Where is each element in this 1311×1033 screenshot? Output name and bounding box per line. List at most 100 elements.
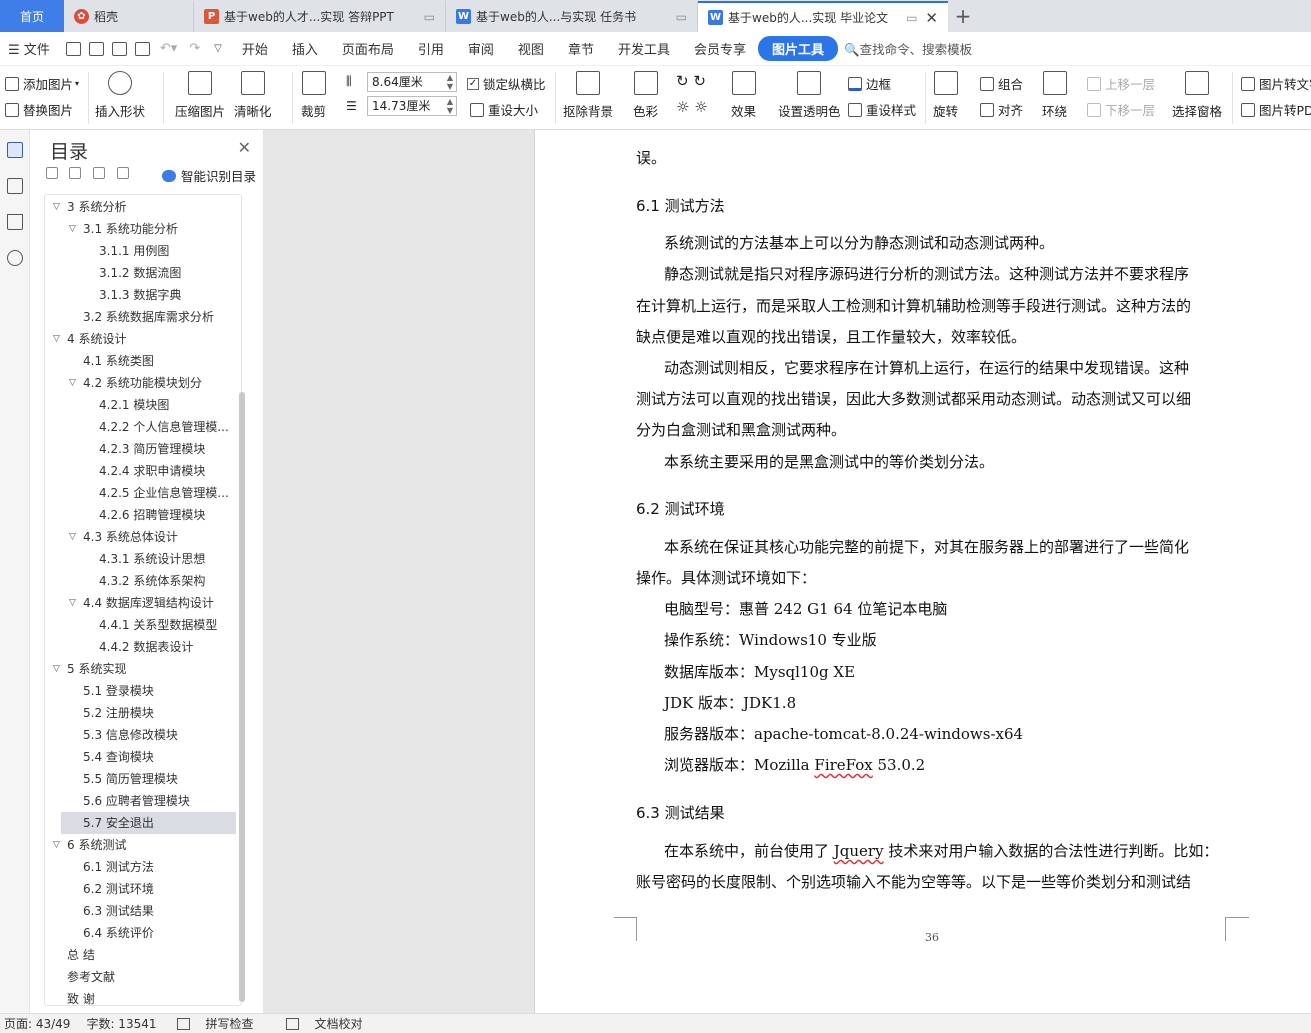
undo-icon[interactable]: ↶▾ <box>160 41 177 56</box>
toc-item[interactable]: ▽ 4.2 系统功能模块划分 <box>45 372 241 394</box>
toc-item[interactable]: 4.3.2 系统体系架构 <box>45 570 241 592</box>
menu-references[interactable]: 引用 <box>418 39 444 58</box>
group-button[interactable]: 组合 <box>980 74 1023 93</box>
toc-item[interactable]: ▽ 5 系统实现 <box>45 658 241 680</box>
toc-item[interactable]: 4.4.1 关系型数据模型 <box>45 614 241 636</box>
toc-item[interactable]: 5.6 应聘者管理模块 <box>45 790 241 812</box>
menu-member[interactable]: 会员专享 <box>694 39 746 58</box>
toc-item[interactable]: 4.2.5 企业信息管理模... <box>45 482 241 504</box>
chevron-down-icon[interactable]: ▽ <box>69 592 76 614</box>
document-page[interactable]: 误。 6.1 测试方法 系统测试的方法基本上可以分为静态测试和动态测试两种。 静… <box>534 130 1311 1013</box>
search-icon[interactable] <box>7 250 23 266</box>
bring-forward-button[interactable]: 上移一层 <box>1087 74 1155 93</box>
chevron-down-icon[interactable]: ▽ <box>53 658 60 680</box>
spin-arrows-icon[interactable]: ▲ ▼ <box>447 97 453 115</box>
chevron-down-icon[interactable]: ▽ <box>69 372 76 394</box>
toc-item[interactable]: 参考文献 <box>45 966 241 988</box>
tab-thesis[interactable]: W 基于web的人...实现 毕业论文 ▭ ✕ <box>698 1 948 32</box>
save-icon[interactable] <box>65 41 81 56</box>
rotate-button[interactable]: 旋转 <box>933 71 958 120</box>
toc-item[interactable]: 总 结 <box>45 944 241 966</box>
toc-item[interactable]: 5.4 查询模块 <box>45 746 241 768</box>
page-indicator[interactable]: 页面: 43/49 <box>4 1015 70 1032</box>
add-heading-icon[interactable] <box>93 167 105 179</box>
toc-item[interactable]: 致 谢 <box>45 988 241 1005</box>
image-to-pdf-button[interactable]: 图片转PDF <box>1241 100 1311 119</box>
chevron-down-icon[interactable]: ▽ <box>53 196 60 218</box>
toc-item[interactable]: 6.1 测试方法 <box>45 856 241 878</box>
toc-item[interactable]: ▽ 4 系统设计 <box>45 328 241 350</box>
chevron-down-icon[interactable]: ▽ <box>53 328 60 350</box>
toc-item[interactable]: 6.2 测试环境 <box>45 878 241 900</box>
toc-item[interactable]: 4.1 系统类图 <box>45 350 241 372</box>
tab-ppt[interactable]: P 基于web的人才...实现 答辩PPT ▭ <box>194 1 446 32</box>
menu-start[interactable]: 开始 <box>242 39 268 58</box>
close-icon[interactable]: ✕ <box>925 9 938 27</box>
selection-pane-button[interactable]: 选择窗格 <box>1172 71 1222 120</box>
bookmark-icon[interactable] <box>7 214 23 230</box>
menu-view[interactable]: 视图 <box>518 39 544 58</box>
tab-home[interactable]: 首页 <box>0 0 64 32</box>
remove-background-button[interactable]: 抠除背景 <box>563 71 613 120</box>
menu-chapter[interactable]: 章节 <box>568 39 594 58</box>
customize-icon[interactable]: ▽ <box>214 43 222 54</box>
tab-daoke[interactable]: ✿ 稻壳 <box>64 1 194 32</box>
print-preview-icon[interactable] <box>134 41 150 56</box>
brightness-icon[interactable]: ☼ ☼ <box>676 98 708 116</box>
chevron-down-icon[interactable]: ▽ <box>53 834 60 856</box>
add-image-button[interactable]: 添加图片 ▾ <box>5 74 79 93</box>
toc-item[interactable]: 4.3.1 系统设计思想 <box>45 548 241 570</box>
set-transparent-button[interactable]: 设置透明色 <box>778 71 841 120</box>
tab-task[interactable]: W 基于web的人...与实现 任务书 ▭ <box>446 1 698 32</box>
toc-item[interactable]: 3.2 系统数据库需求分析 <box>45 306 241 328</box>
pin-icon[interactable]: ▭ <box>676 10 687 24</box>
collapse-all-icon[interactable] <box>46 167 58 179</box>
expand-all-icon[interactable] <box>69 167 81 179</box>
align-button[interactable]: 对齐 <box>980 100 1023 119</box>
toc-item[interactable]: ▽ 4.3 系统总体设计 <box>45 526 241 548</box>
spin-arrows-icon[interactable]: ▲ ▼ <box>447 73 453 91</box>
toc-item[interactable]: 5.3 信息修改模块 <box>45 724 241 746</box>
toc-item[interactable]: 5.1 登录模块 <box>45 680 241 702</box>
menu-layout[interactable]: 页面布局 <box>342 39 394 58</box>
toc-scrollbar[interactable] <box>239 392 245 1002</box>
reset-size-button[interactable]: 重设大小 <box>470 100 538 119</box>
smart-toc-button[interactable]: 智能识别目录 <box>162 166 256 185</box>
effect-button[interactable]: 效果 <box>731 71 756 120</box>
wrap-button[interactable]: 环绕 <box>1042 71 1067 120</box>
menu-insert[interactable]: 插入 <box>292 39 318 58</box>
toc-item[interactable]: ▽ 4.4 数据库逻辑结构设计 <box>45 592 241 614</box>
toc-item[interactable]: 4.2.3 简历管理模块 <box>45 438 241 460</box>
height-field[interactable]: 14.73厘米 ▲ ▼ <box>367 96 457 116</box>
lock-ratio-checkbox[interactable]: ✓ 锁定纵横比 <box>467 74 546 93</box>
file-menu[interactable]: ☰ 文件 <box>8 39 50 58</box>
print-icon[interactable] <box>111 41 127 56</box>
chevron-down-icon[interactable]: ▽ <box>69 526 76 548</box>
remove-heading-icon[interactable] <box>117 167 129 179</box>
redo-icon[interactable]: ↷ <box>189 41 200 56</box>
crop-button[interactable]: 裁剪 <box>301 71 326 120</box>
image-to-text-button[interactable]: 图片转文字 <box>1241 74 1311 93</box>
word-count[interactable]: 字数: 13541 <box>86 1015 156 1032</box>
clarity-button[interactable]: 清晰化 <box>234 71 272 120</box>
toc-item[interactable]: 3.1.2 数据流图 <box>45 262 241 284</box>
color-button[interactable]: 色彩 <box>633 71 658 120</box>
toc-item[interactable]: 3.1.3 数据字典 <box>45 284 241 306</box>
send-backward-button[interactable]: 下移一层 <box>1087 100 1155 119</box>
toc-item[interactable]: 4.2.1 模块图 <box>45 394 241 416</box>
toc-item[interactable]: 3.1.1 用例图 <box>45 240 241 262</box>
width-field[interactable]: 8.64厘米 ▲ ▼ <box>367 72 457 92</box>
toc-item[interactable]: 4.2.6 招聘管理模块 <box>45 504 241 526</box>
compress-image-button[interactable]: 压缩图片 <box>175 71 225 120</box>
replace-image-button[interactable]: 替换图片 <box>5 100 73 119</box>
contrast-icon[interactable]: ↻ ↻ <box>676 72 706 90</box>
toc-item[interactable]: 4.2.2 个人信息管理模... <box>45 416 241 438</box>
toc-item[interactable]: 6.3 测试结果 <box>45 900 241 922</box>
toc-item[interactable]: 6.4 系统评价 <box>45 922 241 944</box>
border-button[interactable]: 边框 <box>848 74 891 93</box>
insert-shape-button[interactable]: 插入形状 <box>95 71 145 120</box>
spell-check-button[interactable]: 拼写检查 <box>173 1015 266 1032</box>
toc-item[interactable]: 4.2.4 求职申请模块 <box>45 460 241 482</box>
chevron-down-icon[interactable]: ▽ <box>69 218 76 240</box>
command-search[interactable]: 🔍查找命令、搜索模板 <box>844 39 972 58</box>
